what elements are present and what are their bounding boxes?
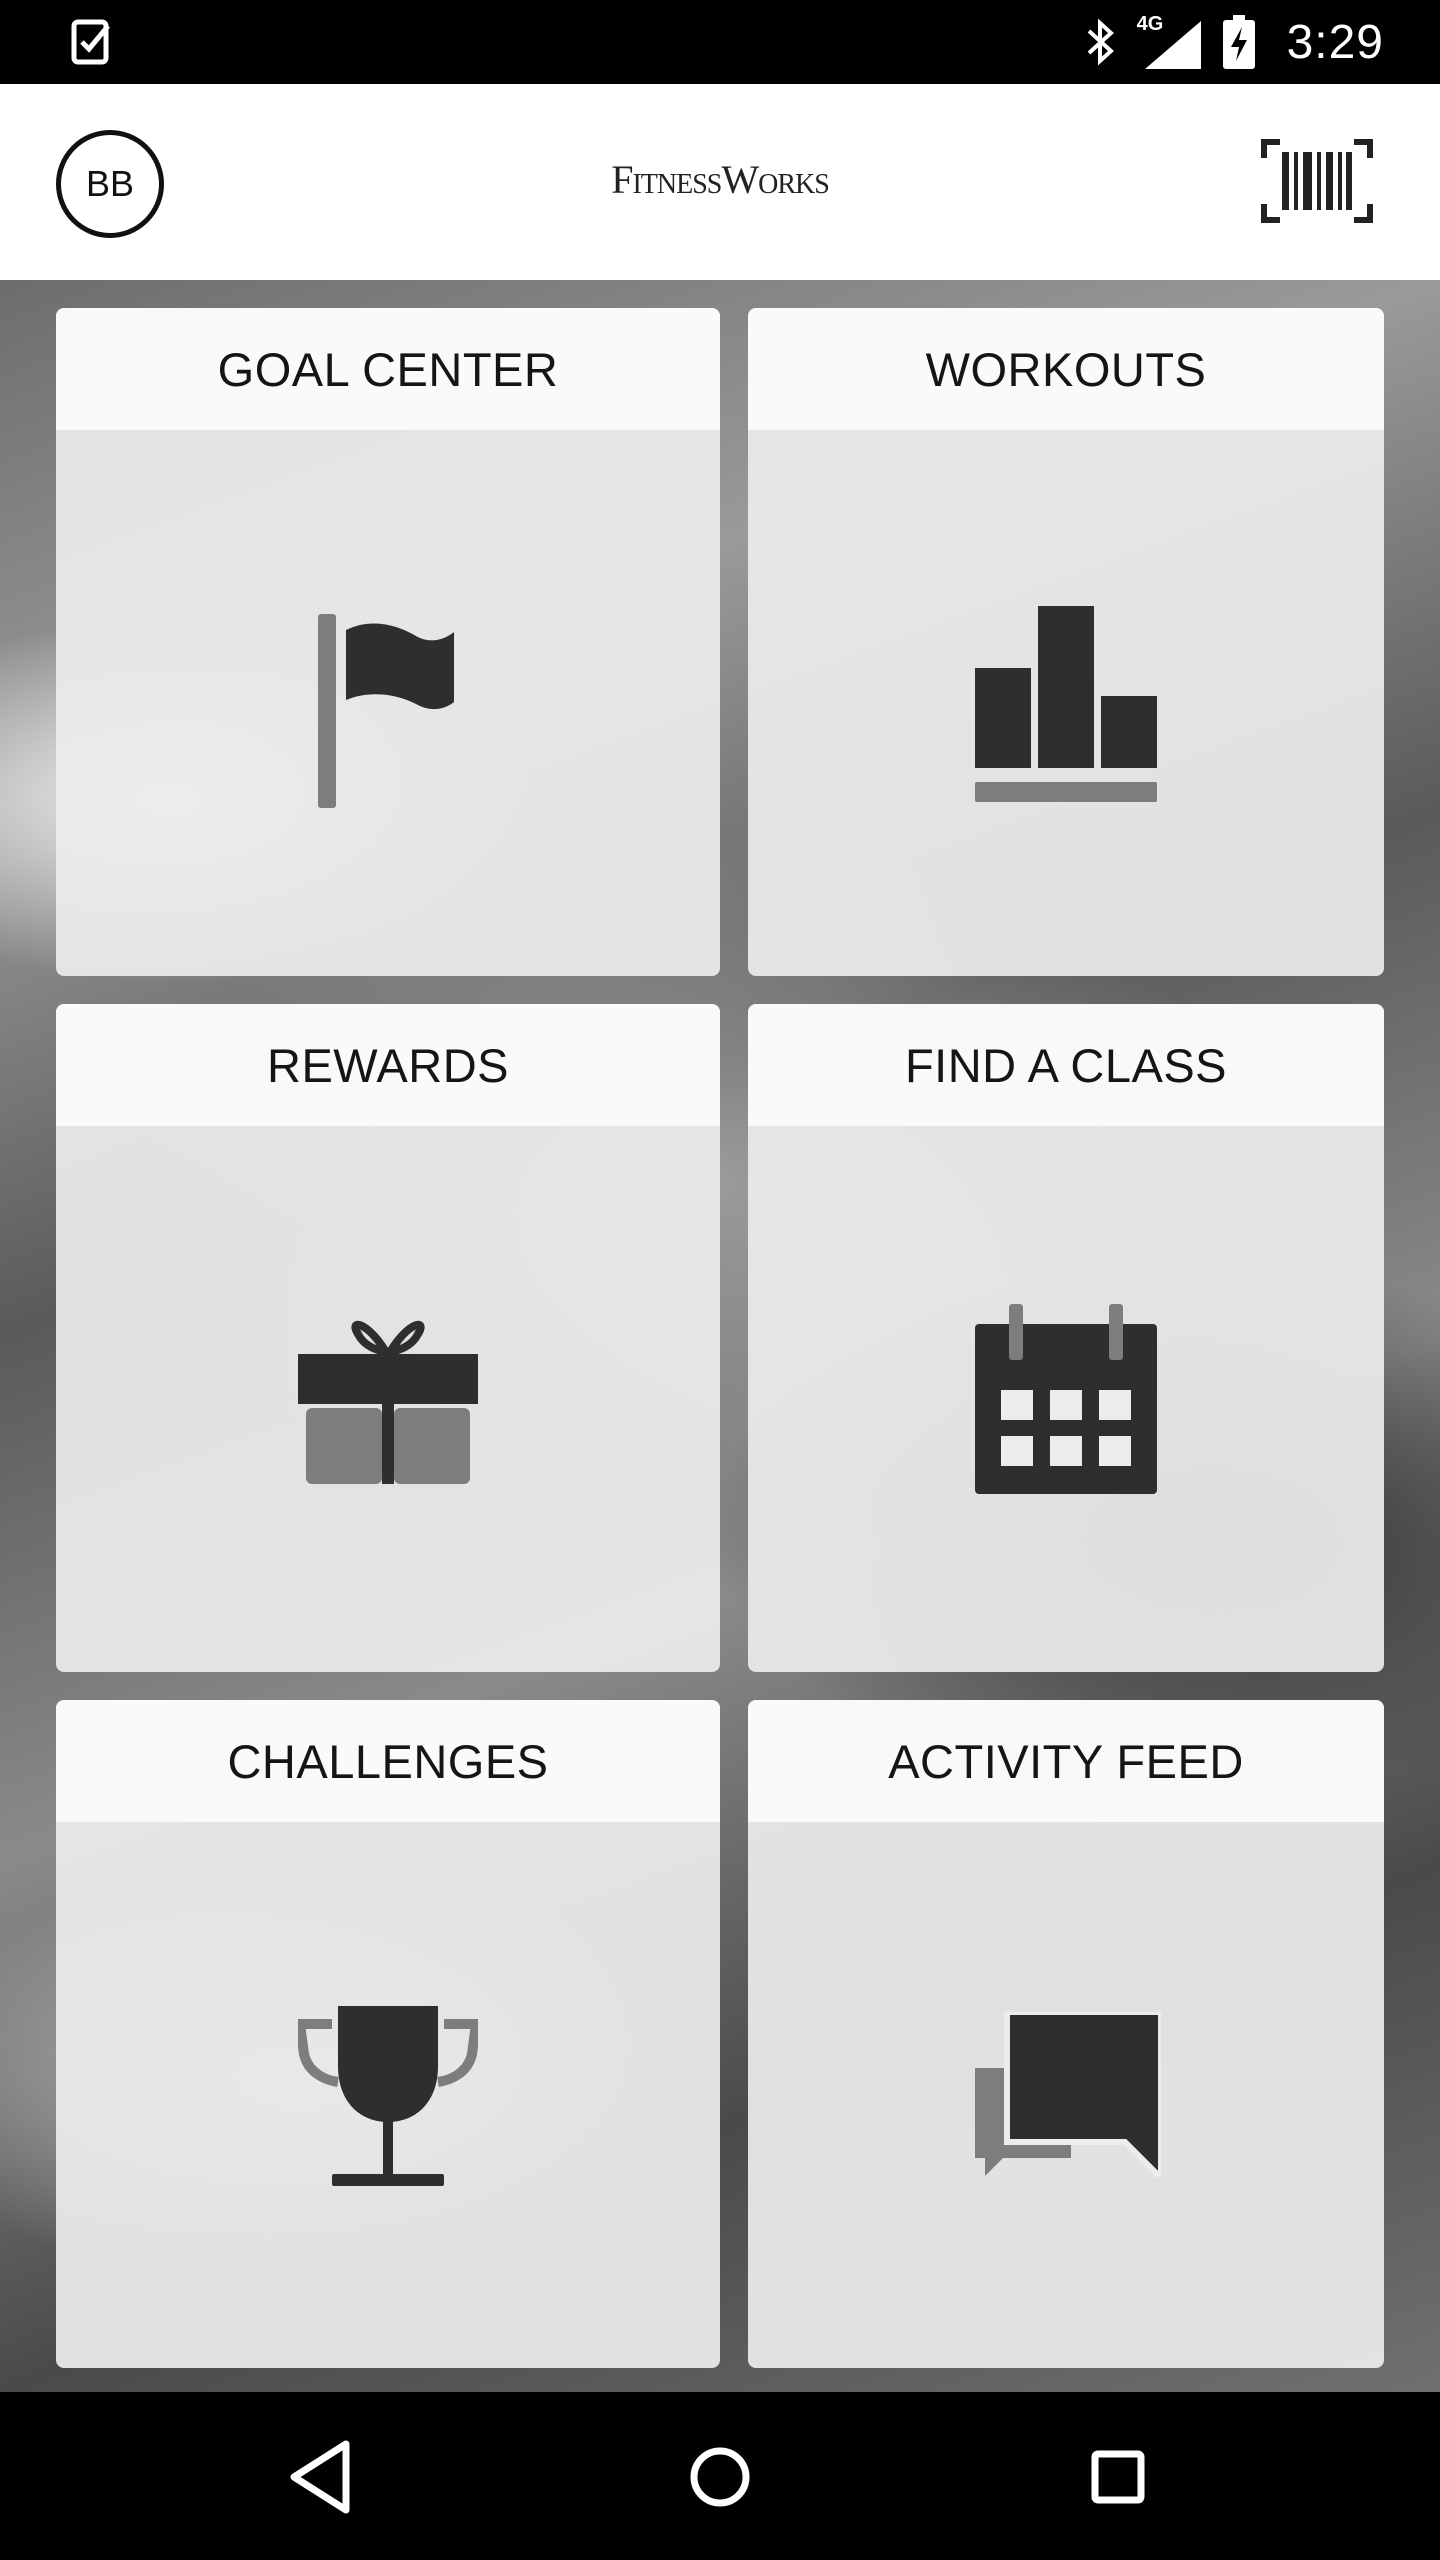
tile-find-a-class[interactable]: FIND A CLASS [748,1004,1384,1672]
status-icons: 4G 3:29 [1085,0,1384,84]
back-icon[interactable] [276,2432,366,2522]
app-header: BB FitnessWorks [0,84,1440,280]
status-bar: 4G 3:29 [0,0,1440,84]
recents-icon[interactable] [1073,2432,1163,2522]
gift-icon [298,1320,478,1484]
tile-title: GOAL CENTER [56,308,720,430]
battery-charging-icon [1222,15,1255,69]
dashboard-background: GOAL CENTER WORKOUTS REWARDS FIND A CLAS… [0,280,1440,2392]
chat-bubbles-icon [975,2012,1161,2177]
flag-icon [318,614,454,808]
calendar-icon [975,1304,1157,1494]
tile-activity-feed[interactable]: ACTIVITY FEED [748,1700,1384,2368]
bluetooth-icon [1087,18,1114,66]
tile-challenges[interactable]: CHALLENGES [56,1700,720,2368]
home-icon[interactable] [675,2432,765,2522]
tile-title: REWARDS [56,1004,720,1126]
trophy-icon [298,2006,478,2186]
tile-rewards[interactable]: REWARDS [56,1004,720,1672]
tile-title: WORKOUTS [748,308,1384,430]
tile-goal-center[interactable]: GOAL CENTER [56,308,720,976]
brand-logo: FitnessWorks [611,157,830,202]
bar-chart-icon [975,606,1157,802]
tile-title: CHALLENGES [56,1700,720,1822]
system-nav-bar [0,2392,1440,2560]
barcode-icon[interactable] [1260,138,1374,224]
tile-title: FIND A CLASS [748,1004,1384,1126]
tile-title: ACTIVITY FEED [748,1700,1384,1822]
tile-workouts[interactable]: WORKOUTS [748,308,1384,976]
task-check-icon [71,19,110,65]
status-time: 3:29 [1286,15,1384,69]
signal-icon: 4G [1137,13,1201,69]
